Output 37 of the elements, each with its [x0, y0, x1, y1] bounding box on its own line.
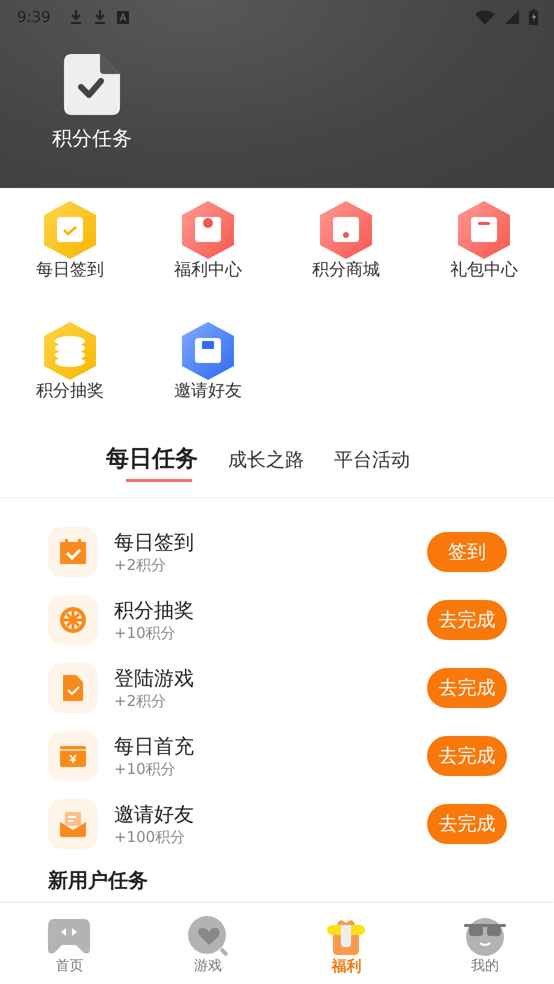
task-reward: +100积分 [114, 828, 186, 847]
task-title: 积分抽奖 [114, 597, 195, 624]
shortcut-label[interactable]: 礼包中心 [450, 258, 518, 281]
shortcut-label[interactable]: 邀请好友 [174, 379, 242, 402]
task-title: 登陆游戏 [114, 665, 195, 692]
download-icon [92, 9, 107, 25]
nav-tab[interactable]: 首页 [0, 903, 138, 984]
task-title: 每日首充 [114, 733, 195, 760]
task-reward: +2积分 [114, 556, 168, 575]
shortcut-label[interactable]: 积分抽奖 [36, 379, 104, 402]
section-heading: 新用户任务 [48, 868, 148, 892]
wifi-icon [475, 10, 495, 24]
nav-tab[interactable]: 我的 [416, 903, 554, 984]
sunglasses-face-icon [462, 915, 508, 957]
task-title: 邀请好友 [114, 801, 195, 828]
calendar-icon[interactable] [42, 200, 98, 260]
tab[interactable]: 平台活动 [334, 443, 410, 481]
nav-tab[interactable]: 游戏 [138, 903, 277, 984]
battery-icon [529, 9, 538, 25]
document-check-icon [64, 54, 120, 115]
download-icon [68, 9, 83, 25]
task-reward: +2积分 [114, 692, 168, 711]
coin-stack-icon[interactable] [42, 321, 98, 381]
task-reward: +10积分 [114, 760, 177, 779]
keyboard-icon [116, 10, 129, 24]
wheel-icon [48, 595, 98, 645]
document-check-icon [48, 663, 98, 713]
task-title: 每日签到 [114, 529, 195, 556]
task-reward: +10积分 [114, 624, 177, 643]
shortcut-label[interactable]: 福利中心 [174, 258, 242, 281]
shortcut-label[interactable]: 每日签到 [36, 258, 104, 281]
wallet-icon [48, 731, 98, 781]
shortcut-label[interactable]: 积分商城 [312, 258, 380, 281]
calendar-check-icon [48, 527, 98, 577]
signal-icon [505, 10, 519, 24]
page-title: 积分任务 [52, 125, 132, 152]
tab[interactable]: 成长之路 [228, 443, 304, 481]
